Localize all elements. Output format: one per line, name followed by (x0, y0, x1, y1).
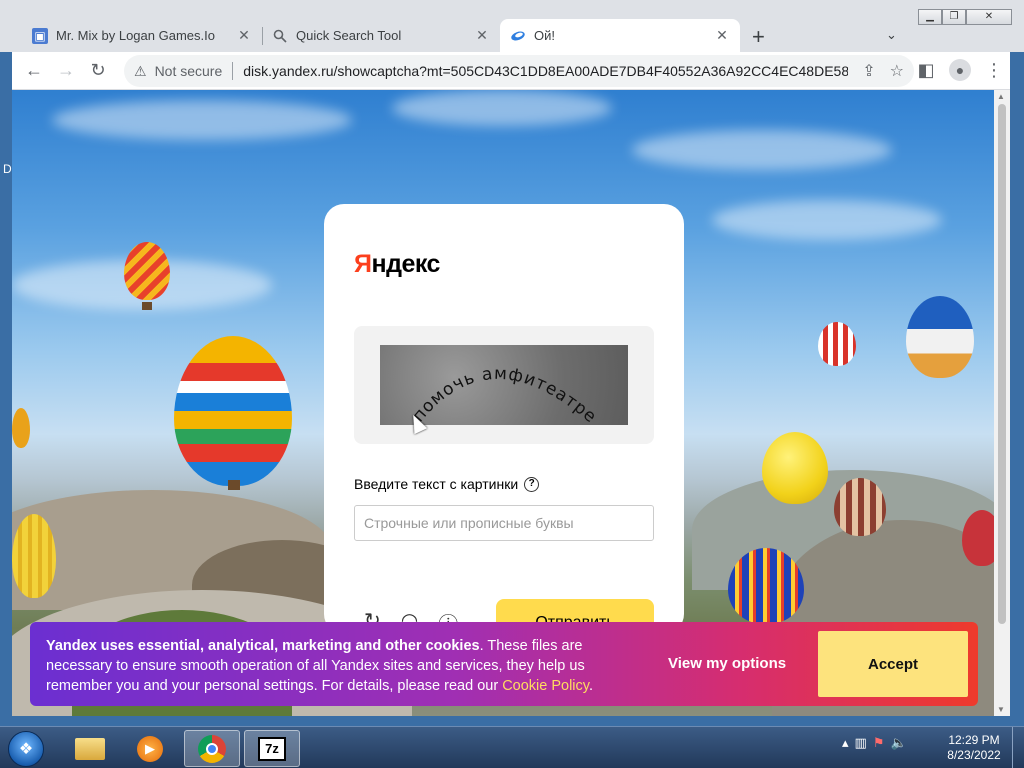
side-panel-icon[interactable]: ◧ (910, 55, 942, 85)
balloon-image (12, 408, 30, 448)
captcha-text: помочь амфитеатре (409, 364, 600, 425)
system-clock[interactable]: 12:29 PM 8/23/2022 (944, 733, 1004, 763)
address-bar[interactable]: ⚠ Not secure disk.yandex.ru/showcaptcha?… (124, 55, 914, 87)
share-icon[interactable]: ⇪ (862, 61, 875, 81)
captcha-card: Яндекс помочь амфитеатре Введите текст с… (324, 204, 684, 643)
view-options-button[interactable]: View my options (668, 655, 786, 672)
cookie-policy-link[interactable]: Cookie Policy (502, 678, 589, 694)
menu-kebab-icon[interactable]: ⋮ (978, 55, 1010, 85)
game-icon: ▣ (32, 27, 48, 44)
address-divider (232, 62, 234, 80)
balloon-image (906, 296, 974, 378)
start-button-icon[interactable]: ❖ (8, 731, 44, 767)
close-tab-icon[interactable]: ✕ (474, 27, 490, 44)
profile-avatar-icon[interactable]: ● (944, 55, 976, 85)
page-scrollbar[interactable]: ▲ ▼ (994, 90, 1010, 716)
captcha-container: помочь амфитеатре (354, 326, 654, 444)
show-desktop-button[interactable] (1012, 727, 1024, 768)
tab-title: Quick Search Tool (296, 28, 402, 43)
media-player-icon[interactable]: ▶ (122, 730, 178, 767)
captcha-input[interactable] (354, 505, 654, 541)
tab-search-chevron-icon[interactable]: ⌄ (886, 27, 897, 43)
balloon-image (174, 336, 292, 486)
warning-icon[interactable]: ⚠ (134, 63, 147, 80)
balloon-image (728, 548, 804, 624)
bookmark-star-icon[interactable]: ☆ (890, 61, 904, 81)
svg-text:помочь амфитеатре: помочь амфитеатре (409, 364, 601, 425)
tab-mr-mix[interactable]: ▣ Mr. Mix by Logan Games.Io ✕ (22, 19, 262, 52)
search-icon (272, 28, 288, 44)
label-text: Введите текст с картинки (354, 476, 519, 492)
cloud (712, 200, 942, 240)
cloud (392, 90, 612, 126)
close-tab-icon[interactable]: ✕ (714, 27, 730, 44)
cookie-banner: Yandex uses essential, analytical, marke… (30, 622, 978, 706)
security-label[interactable]: Not secure (155, 63, 223, 79)
yandex-disk-icon (510, 28, 526, 44)
scroll-up-icon[interactable]: ▲ (997, 92, 1005, 101)
cookie-text: Yandex uses essential, analytical, marke… (46, 636, 626, 696)
tray-expand-icon[interactable]: ▴ (842, 735, 849, 751)
tab-title: Ой! (534, 28, 555, 43)
tab-title: Mr. Mix by Logan Games.Io (56, 28, 215, 43)
browser-toolbar: ← → ↻ ⚠ Not secure disk.yandex.ru/showca… (12, 52, 1010, 90)
back-arrow-icon[interactable]: ← (18, 56, 50, 86)
balloon-basket (228, 480, 240, 490)
7zip-icon[interactable]: 7z (244, 730, 300, 767)
scrollbar-thumb[interactable] (998, 104, 1006, 624)
desktop-icon-label: D (3, 162, 12, 176)
close-window-button[interactable]: ✕ (966, 9, 1012, 25)
volume-icon[interactable]: 🔈 (890, 735, 906, 751)
close-tab-icon[interactable]: ✕ (236, 27, 252, 44)
window-controls: ▁ ❐ ✕ (918, 9, 1012, 25)
balloon-image (12, 514, 56, 598)
windows-taskbar: ❖ ▶ 7z ▴ ▥ ⚑ 🔈 12:29 PM 8/23/2022 (0, 726, 1024, 768)
chrome-icon[interactable] (184, 730, 240, 767)
clock-time: 12:29 PM (948, 733, 1000, 747)
network-icon[interactable]: ▥ (855, 735, 867, 751)
cookie-bold-text: Yandex uses essential, analytical, marke… (46, 638, 480, 654)
restore-button[interactable]: ❐ (942, 9, 966, 25)
system-tray: ▴ ▥ ⚑ 🔈 (842, 735, 907, 751)
cloud (632, 130, 892, 170)
balloon-image (124, 242, 170, 300)
logo-letter: Я (354, 250, 372, 278)
cookie-end-text: . (588, 678, 593, 694)
tab-strip: ▁ ❐ ✕ ▣ Mr. Mix by Logan Games.Io ✕ Quic… (0, 0, 1024, 52)
reload-icon[interactable]: ↻ (82, 56, 114, 86)
url-text[interactable]: disk.yandex.ru/showcaptcha?mt=505CD43C1D… (243, 63, 848, 79)
cloud (52, 100, 352, 140)
logo-text: ндекс (371, 250, 440, 278)
tab-captcha[interactable]: Ой! ✕ (500, 19, 740, 52)
scroll-down-icon[interactable]: ▼ (997, 705, 1005, 714)
help-question-icon[interactable]: ? (524, 476, 540, 492)
forward-arrow-icon[interactable]: → (50, 56, 82, 86)
explorer-icon[interactable] (62, 730, 118, 767)
balloon-image (762, 432, 828, 504)
tab-quick-search[interactable]: Quick Search Tool ✕ (262, 19, 500, 52)
new-tab-button[interactable]: + (752, 24, 765, 50)
minimize-button[interactable]: ▁ (918, 9, 942, 25)
action-center-flag-icon[interactable]: ⚑ (873, 735, 885, 751)
balloon-image (818, 322, 856, 366)
balloon-basket (142, 302, 152, 310)
captcha-input-label: Введите текст с картинки ? (354, 476, 540, 492)
accept-cookies-button[interactable]: Accept (818, 631, 968, 697)
balloon-image (962, 510, 994, 566)
balloon-image (834, 478, 886, 536)
yandex-logo: Яндекс (354, 250, 440, 279)
clock-date: 8/23/2022 (947, 748, 1001, 762)
